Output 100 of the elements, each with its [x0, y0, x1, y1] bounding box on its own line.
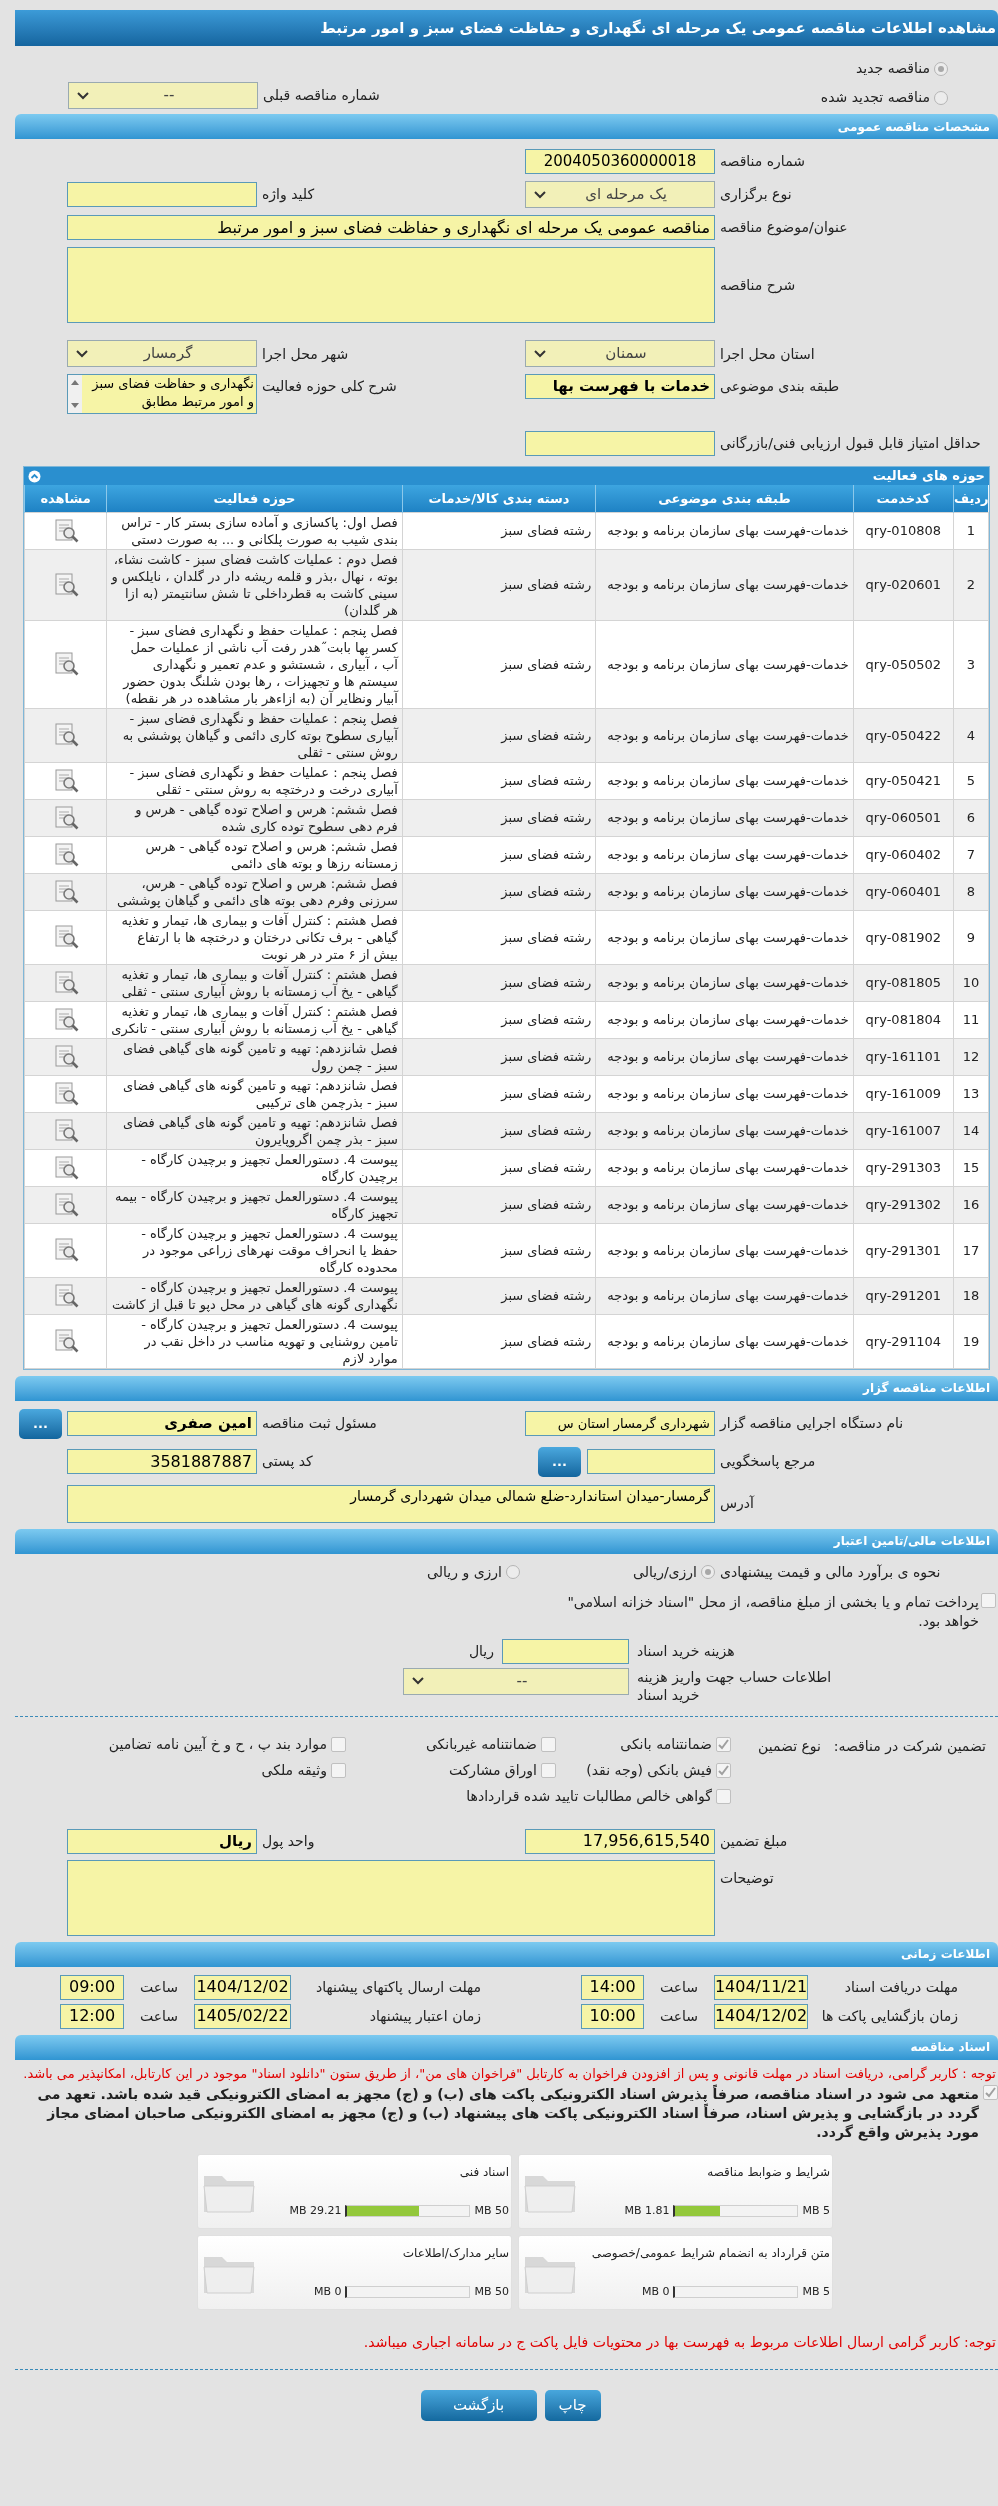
input-field[interactable]: 1404/12/02	[194, 1974, 291, 2000]
input-field[interactable]: 09:00	[60, 1974, 124, 2000]
page-title: مشاهده اطلاعات مناقصه عمومی یک مرحله ای نگهداری و حفاظت فضای سبز و امور مرتبط	[15, 10, 998, 46]
table-cell: 9	[953, 910, 989, 964]
table-cell: qry-081805	[853, 964, 954, 1001]
input-field[interactable]	[67, 182, 257, 207]
input-field[interactable]: ریال	[67, 1828, 257, 1854]
checkbox[interactable]	[331, 1763, 346, 1778]
checkbox[interactable]	[716, 1737, 731, 1752]
input-field[interactable]: 17,956,615,540	[525, 1828, 715, 1854]
chevron-down-icon	[76, 349, 88, 358]
select-field[interactable]: --	[68, 82, 258, 109]
table-title: حوزه های فعالیت	[872, 467, 985, 486]
input-field[interactable]	[587, 1449, 715, 1474]
input-field[interactable]: 2004050360000018	[525, 149, 715, 174]
field-label: مناقصه جدید	[855, 59, 930, 78]
field-label: طبقه بندی موضوعی	[720, 377, 841, 397]
table-cell: رشته فضای سبز	[402, 873, 596, 910]
action-button[interactable]: بازگشت	[420, 2389, 537, 2421]
select-field[interactable]: گرمسار	[67, 340, 257, 367]
text-area[interactable]	[67, 1859, 715, 1936]
table-cell: رشته فضای سبز	[402, 836, 596, 873]
input-field[interactable]: شهرداری گرمسار استان س	[525, 1411, 715, 1436]
input-field[interactable]: 1404/11/21	[714, 1974, 808, 2000]
table-cell: خدمات-فهرست بهای سازمان برنامه و بودجه	[595, 1186, 854, 1223]
table-cell: qry-050422	[853, 708, 954, 762]
select-field[interactable]: --	[403, 1667, 629, 1695]
scroll-arrows-icon	[68, 375, 82, 413]
input-field[interactable]	[502, 1638, 629, 1664]
table-cell: qry-081804	[853, 1001, 954, 1038]
field-label: حداقل امتیاز قابل قبول ارزیابی فنی/بازرگانی	[720, 434, 982, 454]
table-cell: رشته فضای سبز	[402, 799, 596, 836]
list-box[interactable]: نگهداری و حفاظت فضای سبز و امور مرتبط مطابق	[67, 374, 257, 414]
table-cell: رشته فضای سبز	[402, 1314, 596, 1368]
table-cell: qry-060501	[853, 799, 954, 836]
table-cell: 7	[953, 836, 989, 873]
radio-button[interactable]	[701, 1565, 715, 1579]
column-header: دسته بندی کالا/خدمات	[402, 485, 596, 512]
table-cell: فصل ششم: هرس و اصلاح توده گیاهی - هرس، سرزنی وفرم دهی بوته های دائمی و گیاهان پوششی	[106, 873, 403, 910]
input-field[interactable]: 3581887887	[67, 1449, 257, 1474]
field-label: نحوه ی برآورد مالی و قیمت پیشنهادی	[720, 1562, 942, 1583]
input-field[interactable]: مناقصه عمومی یک مرحله ای نگهداری و حفاظت فضای سبز و امور مرتبط	[67, 215, 715, 240]
input-field[interactable]: 14:00	[581, 1974, 644, 2000]
table-cell: qry-081902	[853, 910, 954, 964]
radio-button[interactable]	[934, 90, 948, 105]
table-cell: خدمات-فهرست بهای سازمان برنامه و بودجه	[595, 549, 854, 620]
table-cell: رشته فضای سبز	[402, 1112, 596, 1149]
collapse-icon[interactable]	[28, 469, 41, 483]
input-field[interactable]: 10:00	[581, 2003, 644, 2029]
field-label: اوراق مشارکت	[448, 1761, 537, 1781]
input-field[interactable]: 1405/02/22	[194, 2003, 291, 2029]
table-cell: qry-010808	[853, 512, 954, 549]
text-area[interactable]	[67, 247, 715, 323]
radio-button[interactable]	[934, 61, 948, 76]
table-cell: رشته فضای سبز	[402, 1223, 596, 1277]
chevron-down-icon	[412, 1677, 424, 1685]
checkbox[interactable]	[541, 1737, 556, 1752]
table-cell: 16	[953, 1186, 989, 1223]
table-cell: 18	[953, 1277, 989, 1314]
select-field[interactable]: یک مرحله ای	[525, 181, 715, 208]
table-cell: 2	[953, 549, 989, 620]
input-field[interactable]: 1404/12/02	[714, 2003, 808, 2029]
more-button[interactable]: ...	[538, 1446, 581, 1477]
input-field[interactable]	[525, 431, 715, 456]
table-cell: qry-050502	[853, 620, 954, 708]
select-field[interactable]: سمنان	[525, 340, 715, 367]
input-field[interactable]: خدمات با فهرست بها	[525, 374, 715, 399]
field-label: آدرس	[720, 1494, 756, 1514]
section-header: مشخصات مناقصه عمومی	[15, 114, 998, 139]
column-header: حوزه فعالیت	[106, 485, 403, 512]
table-cell: 5	[953, 762, 989, 799]
checkbox[interactable]	[716, 1763, 731, 1778]
table-cell: خدمات-فهرست بهای سازمان برنامه و بودجه	[595, 1112, 854, 1149]
table-cell: خدمات-فهرست بهای سازمان برنامه و بودجه	[595, 1038, 854, 1075]
table-cell: رشته فضای سبز	[402, 708, 596, 762]
table-cell: خدمات-فهرست بهای سازمان برنامه و بودجه	[595, 1001, 854, 1038]
table-cell: 8	[953, 873, 989, 910]
file-title: متن قرارداد به انضمام شرایط عمومی/خصوصی	[590, 2244, 830, 2262]
table-cell: رشته فضای سبز	[402, 964, 596, 1001]
table-cell: 13	[953, 1075, 989, 1112]
field-label: نوع برگزاری	[720, 185, 793, 205]
checkbox[interactable]	[541, 1763, 556, 1778]
table-cell: پیوست 4. دستورالعمل تجهیز و برچیدن کارگاه - نگهداری گونه های گیاهی در محل دپو تا قبل از کاشت	[106, 1277, 403, 1314]
field-label: زمان بازگشایی پاکت ها	[820, 2006, 958, 2027]
field-label: ساعت	[658, 1977, 700, 1997]
more-button[interactable]: ...	[19, 1408, 62, 1439]
table-cell: 4	[953, 708, 989, 762]
field-label: عنوان/موضوع مناقصه	[720, 218, 849, 238]
input-field[interactable]: 12:00	[60, 2003, 124, 2029]
input-field[interactable]: امین صفری	[67, 1411, 257, 1436]
action-button[interactable]: چاپ	[544, 2389, 601, 2421]
text-area[interactable]: گرمسار-میدان استاندارد-ضلع شمالی میدان شهرداری گرمسار	[67, 1484, 715, 1523]
table-cell: 19	[953, 1314, 989, 1368]
field-label: ساعت	[138, 1977, 180, 1997]
checkbox[interactable]	[331, 1737, 346, 1752]
radio-button[interactable]	[506, 1565, 520, 1579]
checkbox[interactable]	[716, 1789, 731, 1804]
field-label: وثیقه ملکی	[261, 1761, 327, 1781]
checkbox[interactable]	[981, 1592, 996, 1608]
checkbox[interactable]	[983, 2084, 998, 2100]
